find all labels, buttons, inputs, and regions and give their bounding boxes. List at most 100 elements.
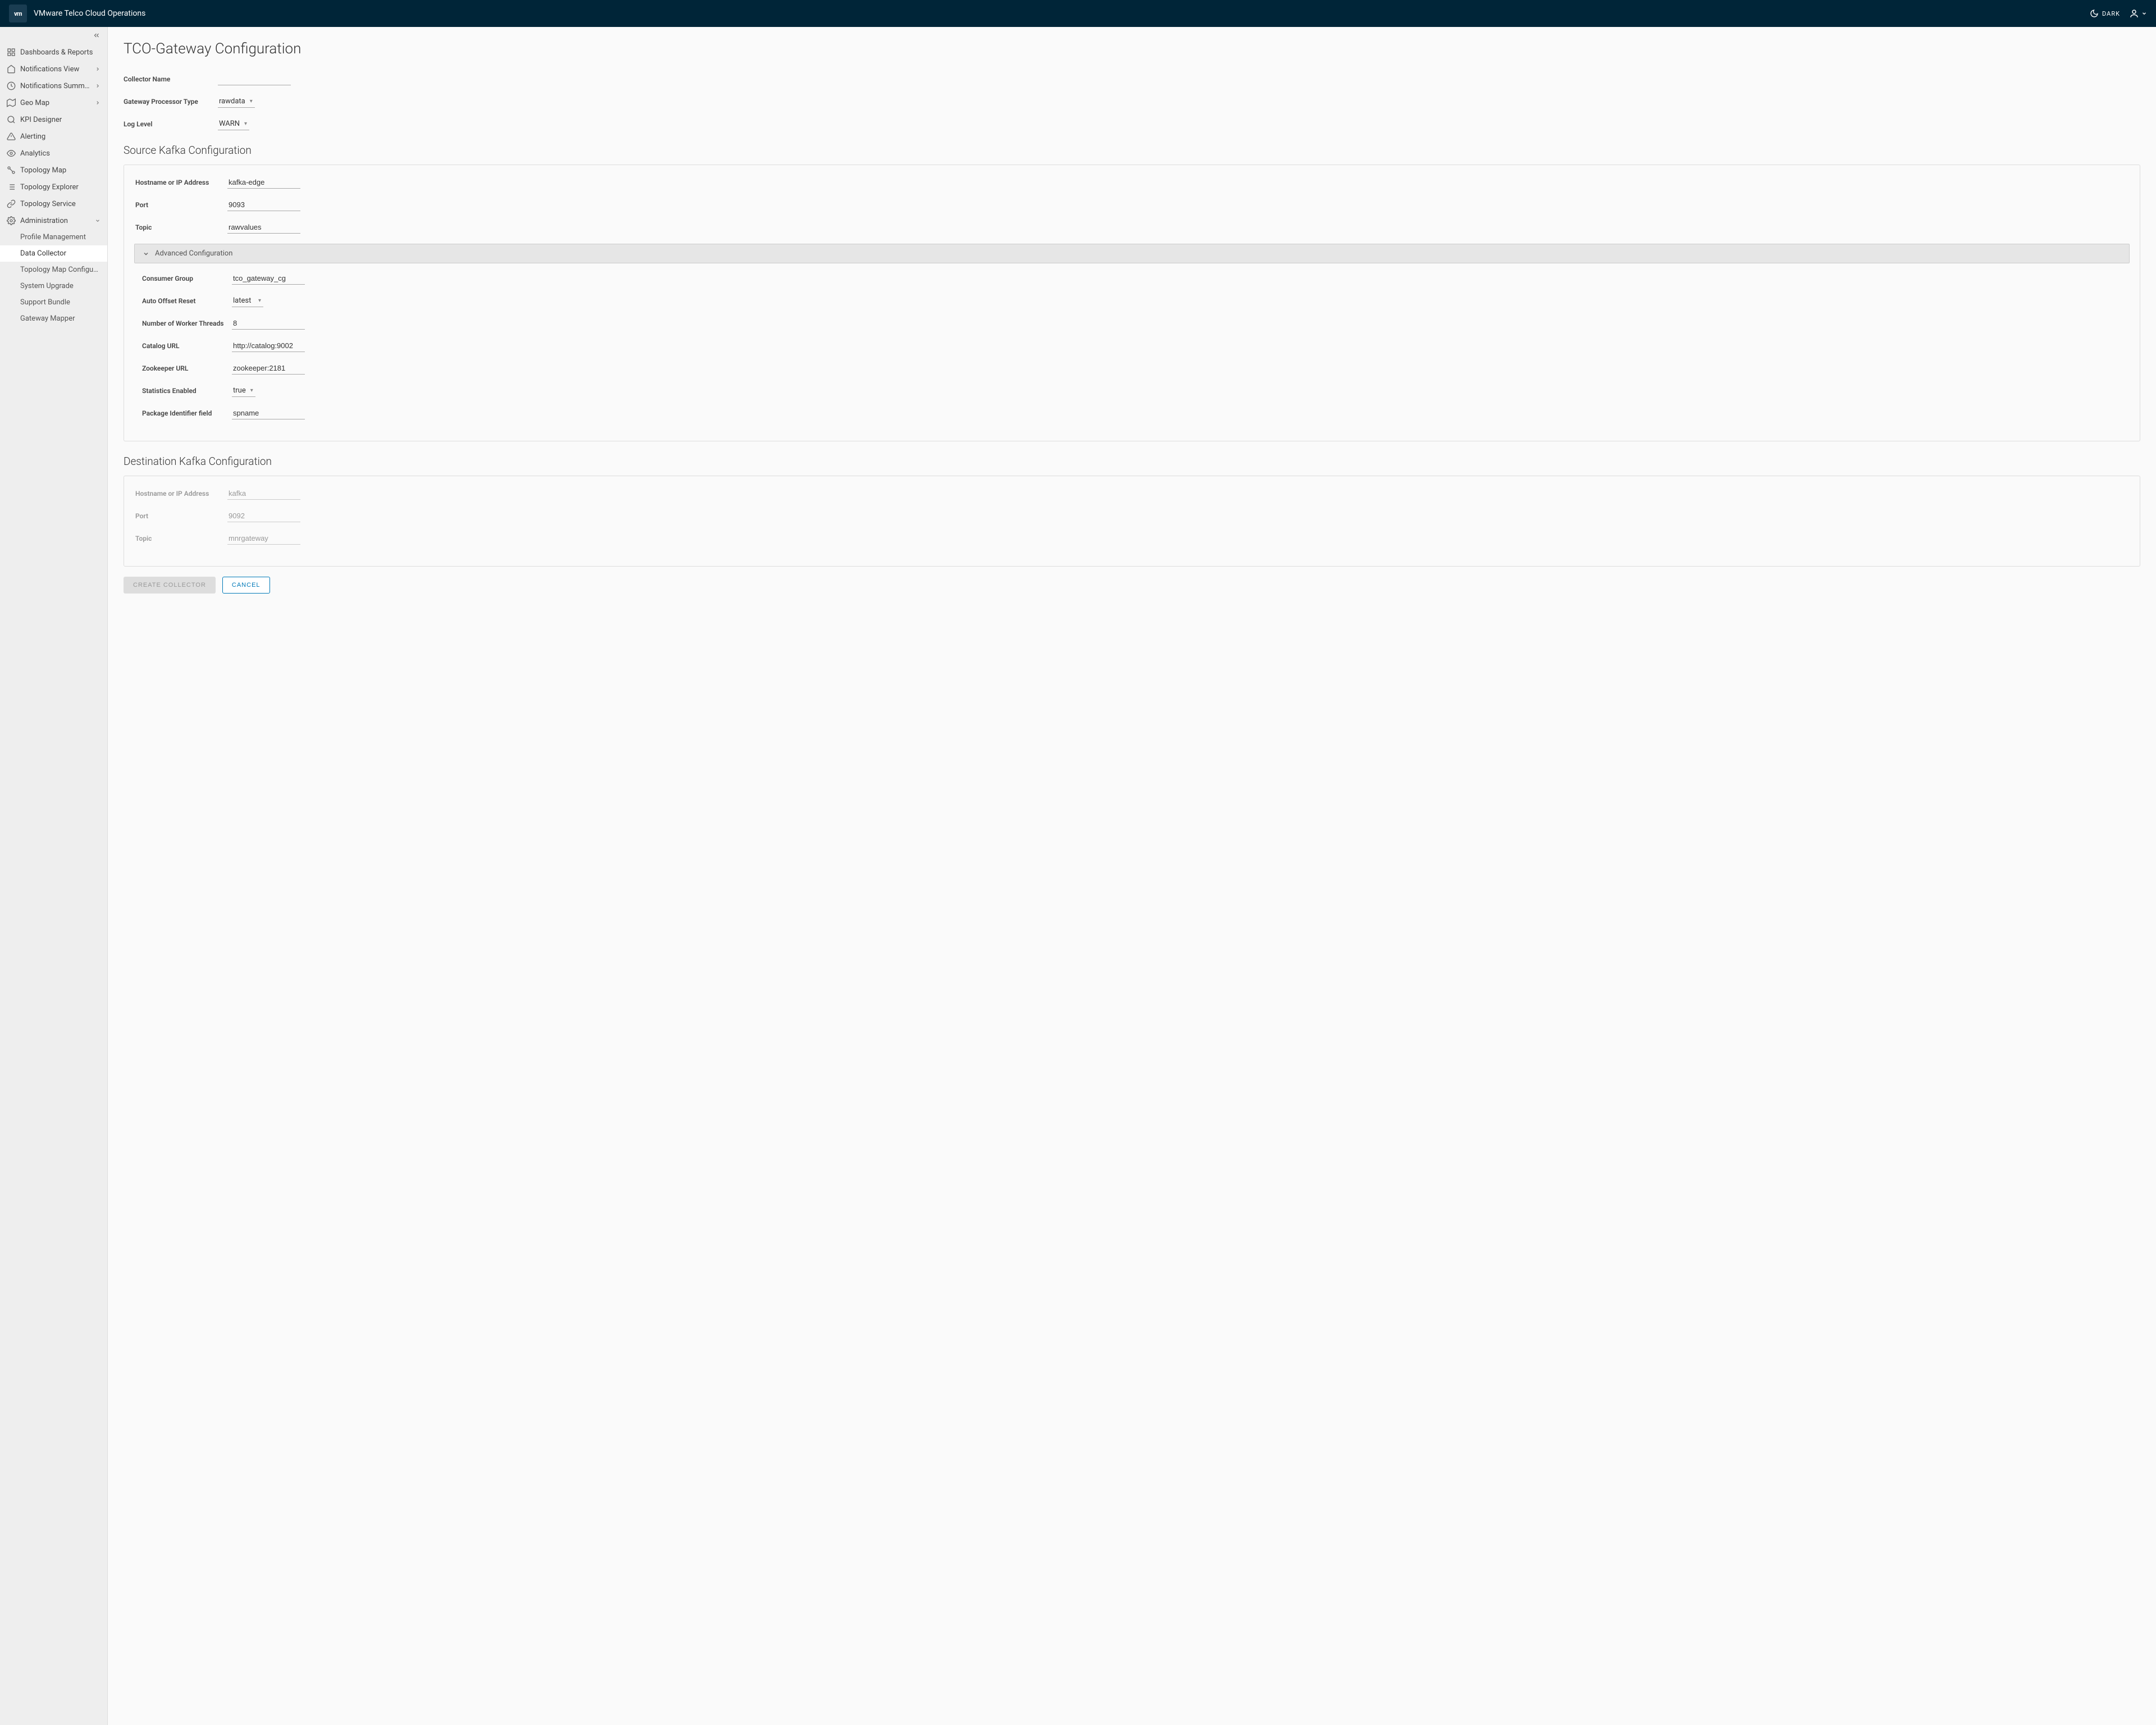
aor-select[interactable]: latest ▾ [232,295,263,307]
catalog-input[interactable] [232,340,305,352]
sidebar-subitem-topology-map-configurat-[interactable]: Topology Map Configurat… [0,262,107,278]
sidebar-item-notifications-view[interactable]: Notifications View [0,61,107,77]
pkg-label: Package Identifier field [142,409,232,417]
src-topic-label: Topic [135,223,227,231]
dashboard-icon [7,48,16,57]
sidebar-item-analytics[interactable]: Analytics [0,145,107,162]
sidebar-subitem-system-upgrade[interactable]: System Upgrade [0,278,107,294]
collector-name-label: Collector Name [124,75,218,83]
link-icon [7,199,16,208]
chevron-down-icon [143,250,149,257]
app-title: VMware Telco Cloud Operations [34,9,145,18]
chevron-right-icon [95,83,101,89]
advanced-config-body: Consumer Group Auto Offset Reset latest … [135,272,2128,419]
theme-toggle[interactable]: DARK [2090,9,2120,18]
moon-icon [2090,9,2099,18]
gateway-proc-value: rawdata [219,97,245,106]
src-host-input[interactable] [227,176,300,189]
src-topic-input[interactable] [227,221,300,234]
sidebar-item-geo-map[interactable]: Geo Map [0,94,107,111]
advanced-config-label: Advanced Configuration [155,249,232,258]
chevron-right-icon [95,100,101,106]
sidebar-item-label: Support Bundle [20,298,101,307]
sidebar-subitem-gateway-mapper[interactable]: Gateway Mapper [0,311,107,327]
vmware-logo: vm [9,4,27,22]
sidebar-item-label: Topology Map Configurat… [20,266,101,274]
dst-topic-input[interactable] [227,532,300,545]
sidebar-item-label: Geo Map [20,99,90,107]
zk-input[interactable] [232,362,305,375]
sidebar-subitem-support-bundle[interactable]: Support Bundle [0,294,107,311]
sidebar-item-label: Notifications Summ… [20,82,90,90]
sidebar-item-label: Profile Management [20,233,101,241]
sidebar-item-topology-explorer[interactable]: Topology Explorer [0,179,107,195]
log-level-select[interactable]: WARN ▾ [218,118,249,130]
user-menu[interactable] [2129,8,2147,19]
sidebar-item-label: Alerting [20,133,101,141]
header-left: vm VMware Telco Cloud Operations [9,4,145,22]
cancel-button[interactable]: CANCEL [222,577,270,594]
sidebar-item-label: Topology Service [20,200,101,208]
aor-label: Auto Offset Reset [142,297,232,305]
sidebar-item-alerting[interactable]: Alerting [0,128,107,145]
sidebar-item-label: System Upgrade [20,282,101,290]
sidebar-item-topology-service[interactable]: Topology Service [0,195,107,212]
dst-host-input[interactable] [227,487,300,500]
create-collector-button[interactable]: CREATE COLLECTOR [124,577,216,594]
sidebar-item-administration[interactable]: Administration [0,212,107,229]
sidebar-item-label: Topology Map [20,166,101,175]
sidebar-item-label: Gateway Mapper [20,314,101,323]
sidebar-item-label: Analytics [20,149,101,158]
dst-topic-label: Topic [135,535,227,542]
sidebar-item-notifications-summ-[interactable]: Notifications Summ… [0,77,107,94]
gateway-proc-select[interactable]: rawdata ▾ [218,95,255,108]
source-panel: Hostname or IP Address Port Topic Advanc… [124,165,2140,441]
log-level-value: WARN [219,120,240,128]
cg-input[interactable] [232,272,305,285]
stats-label: Statistics Enabled [142,387,232,395]
advanced-config-toggle[interactable]: Advanced Configuration [134,244,2130,263]
chevron-right-icon [95,66,101,72]
stats-select[interactable]: true ▾ [232,385,255,397]
dst-port-label: Port [135,512,227,520]
sidebar-item-dashboards-reports[interactable]: Dashboards & Reports [0,44,107,61]
log-level-label: Log Level [124,120,218,128]
src-host-label: Hostname or IP Address [135,179,227,186]
sidebar-subitem-profile-management[interactable]: Profile Management [0,229,107,245]
zk-label: Zookeeper URL [142,364,232,372]
sidebar: Dashboards & Reports Notifications View No… [0,27,108,1725]
aor-value: latest [233,296,254,305]
map-icon [7,98,16,107]
main-content: TCO-Gateway Configuration Collector Name… [108,27,2156,1725]
chevron-down-icon: ▾ [250,387,253,394]
workers-input[interactable] [232,317,305,330]
src-port-input[interactable] [227,199,300,211]
form-actions: CREATE COLLECTOR CANCEL [124,577,2140,594]
sidebar-item-label: Administration [20,217,90,225]
src-port-label: Port [135,201,227,209]
dst-host-label: Hostname or IP Address [135,490,227,498]
list-icon [7,182,16,191]
sidebar-collapse-button[interactable] [93,31,101,39]
dest-section-title: Destination Kafka Configuration [124,455,2140,468]
search-icon [7,115,16,124]
sidebar-item-label: KPI Designer [20,116,101,124]
gateway-proc-label: Gateway Processor Type [124,98,218,106]
chevron-down-icon: ▾ [250,98,253,104]
sidebar-item-kpi-designer[interactable]: KPI Designer [0,111,107,128]
header-right: DARK [2090,8,2147,19]
collector-name-input[interactable] [218,73,291,85]
catalog-label: Catalog URL [142,342,232,350]
dst-port-input[interactable] [227,510,300,522]
chevron-down-icon [2141,11,2147,16]
chevron-down-icon [95,218,101,223]
sidebar-item-label: Notifications View [20,65,90,74]
gear-icon [7,216,16,225]
theme-label: DARK [2102,10,2120,17]
sidebar-subitem-data-collector[interactable]: Data Collector [0,245,107,262]
pkg-input[interactable] [232,407,305,419]
home-icon [7,65,16,74]
sidebar-item-topology-map[interactable]: Topology Map [0,162,107,179]
dest-panel: Hostname or IP Address Port Topic [124,476,2140,567]
sidebar-item-label: Dashboards & Reports [20,48,101,57]
